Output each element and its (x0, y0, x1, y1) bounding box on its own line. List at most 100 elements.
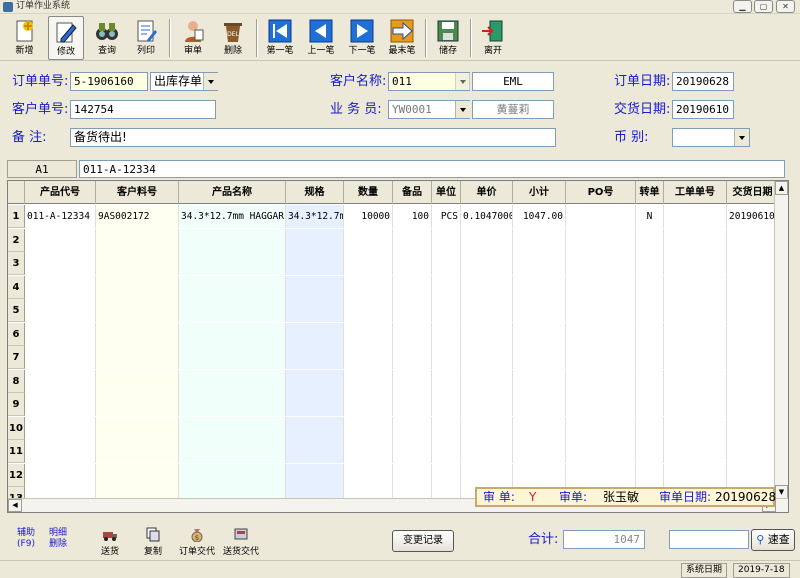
grid-cell[interactable] (513, 299, 566, 322)
grid-cell[interactable] (664, 252, 727, 275)
grid-cell[interactable] (25, 369, 96, 393)
grid-cell[interactable] (566, 299, 636, 322)
grid-cell[interactable] (513, 322, 566, 346)
grid-cell[interactable] (636, 346, 664, 369)
grid-cell[interactable] (664, 416, 727, 440)
grid-cell[interactable] (432, 440, 461, 463)
grid-cell[interactable] (179, 228, 286, 252)
grid-cell[interactable] (25, 252, 96, 275)
grid-cell[interactable] (179, 346, 286, 369)
copy-button[interactable]: 复制 (139, 526, 167, 557)
grid-cell[interactable] (96, 346, 179, 369)
grid-cell[interactable] (432, 393, 461, 416)
grid-cell[interactable] (344, 393, 393, 416)
grid-cell[interactable] (179, 440, 286, 463)
row-number[interactable]: 3 (8, 252, 25, 275)
grid-cell[interactable] (25, 299, 96, 322)
grid-cell[interactable] (286, 275, 344, 299)
grid-cell[interactable] (25, 393, 96, 416)
grid-cell[interactable] (286, 463, 344, 487)
column-header[interactable]: 交货日期 (727, 181, 779, 204)
grid-cell[interactable] (286, 346, 344, 369)
grid-cell[interactable] (432, 416, 461, 440)
grid-cell[interactable] (393, 275, 432, 299)
grid-cell[interactable] (344, 369, 393, 393)
grid-cell[interactable] (286, 369, 344, 393)
grid-cell[interactable]: 1047.00 (513, 205, 566, 228)
assist-button[interactable]: 辅助 (F9) (14, 528, 38, 550)
grid-cell[interactable] (461, 252, 513, 275)
grid-cell[interactable] (179, 416, 286, 440)
grid-cell[interactable] (727, 322, 779, 346)
grid-cell[interactable] (566, 252, 636, 275)
column-header[interactable]: 产品代号 (25, 181, 96, 204)
grid-cell[interactable] (344, 346, 393, 369)
row-number[interactable]: 5 (8, 299, 25, 322)
grid-cell[interactable] (286, 299, 344, 322)
grid-cell[interactable] (432, 346, 461, 369)
table-row[interactable] (25, 346, 787, 369)
grid-cell[interactable] (344, 440, 393, 463)
grid-cell[interactable] (636, 440, 664, 463)
column-header[interactable]: 小计 (513, 181, 566, 204)
table-row[interactable] (25, 252, 787, 275)
grid-cell[interactable] (25, 346, 96, 369)
grid-cell[interactable] (96, 463, 179, 487)
grid-cell[interactable] (664, 205, 727, 228)
grid-cell[interactable] (432, 275, 461, 299)
grid-cell[interactable] (286, 322, 344, 346)
ship-transfer-button[interactable]: 送货交代 (220, 526, 262, 557)
last-record-button[interactable]: 最末笔 (383, 16, 421, 60)
row-number[interactable]: 9 (8, 393, 25, 416)
grid-cell[interactable] (513, 228, 566, 252)
row-number[interactable]: 2 (8, 228, 25, 252)
grid-cell[interactable]: 20190610 (727, 205, 779, 228)
grid-cell[interactable] (432, 322, 461, 346)
grid-cell[interactable] (636, 252, 664, 275)
grid-cell[interactable] (727, 463, 779, 487)
grid-cell[interactable] (179, 322, 286, 346)
grid-cell[interactable] (513, 252, 566, 275)
grid-cell[interactable] (727, 416, 779, 440)
grid-cell[interactable] (432, 252, 461, 275)
grid-cell[interactable]: 100 (393, 205, 432, 228)
vertical-scrollbar[interactable]: ▲ ▼ (774, 181, 788, 499)
grid-cell[interactable] (344, 275, 393, 299)
grid-cell[interactable] (179, 252, 286, 275)
grid-cell[interactable] (25, 416, 96, 440)
order-transfer-button[interactable]: $ 订单交代 (176, 526, 218, 557)
grid-cell[interactable] (179, 369, 286, 393)
next-record-button[interactable]: 下一笔 (343, 16, 381, 60)
table-row[interactable] (25, 416, 787, 440)
grid-cell[interactable] (286, 416, 344, 440)
grid-cell[interactable] (566, 393, 636, 416)
scroll-down-icon[interactable]: ▼ (775, 485, 788, 499)
grid-cell[interactable] (432, 228, 461, 252)
grid-cell[interactable] (727, 252, 779, 275)
delivery-date-input[interactable]: 20190610 (672, 100, 734, 119)
save-button[interactable]: 储存 (431, 16, 465, 60)
grid-cell[interactable] (461, 228, 513, 252)
query-button[interactable]: 查询 (90, 16, 124, 60)
grid-cell[interactable] (96, 369, 179, 393)
grid-cell[interactable] (461, 416, 513, 440)
grid-cell[interactable] (513, 369, 566, 393)
grid-cell[interactable] (393, 346, 432, 369)
quick-search-button[interactable]: ⚲ 速查 (751, 529, 795, 551)
scroll-left-icon[interactable]: ◀ (8, 499, 22, 512)
row-number[interactable]: 4 (8, 275, 25, 299)
grid-cell[interactable] (664, 299, 727, 322)
column-header[interactable]: 转单 (636, 181, 664, 204)
grid-cell[interactable] (432, 369, 461, 393)
grid-cell[interactable]: 34.3*12.7mm (286, 205, 344, 228)
grid-cell[interactable] (727, 299, 779, 322)
grid-cell[interactable] (25, 322, 96, 346)
grid-cell[interactable] (566, 275, 636, 299)
grid-cell[interactable] (96, 252, 179, 275)
grid-cell[interactable] (25, 228, 96, 252)
grid-cell[interactable] (566, 440, 636, 463)
grid-cell[interactable] (727, 228, 779, 252)
quick-search-input[interactable] (669, 530, 749, 549)
grid-cell[interactable] (636, 299, 664, 322)
grid-cell[interactable] (25, 440, 96, 463)
